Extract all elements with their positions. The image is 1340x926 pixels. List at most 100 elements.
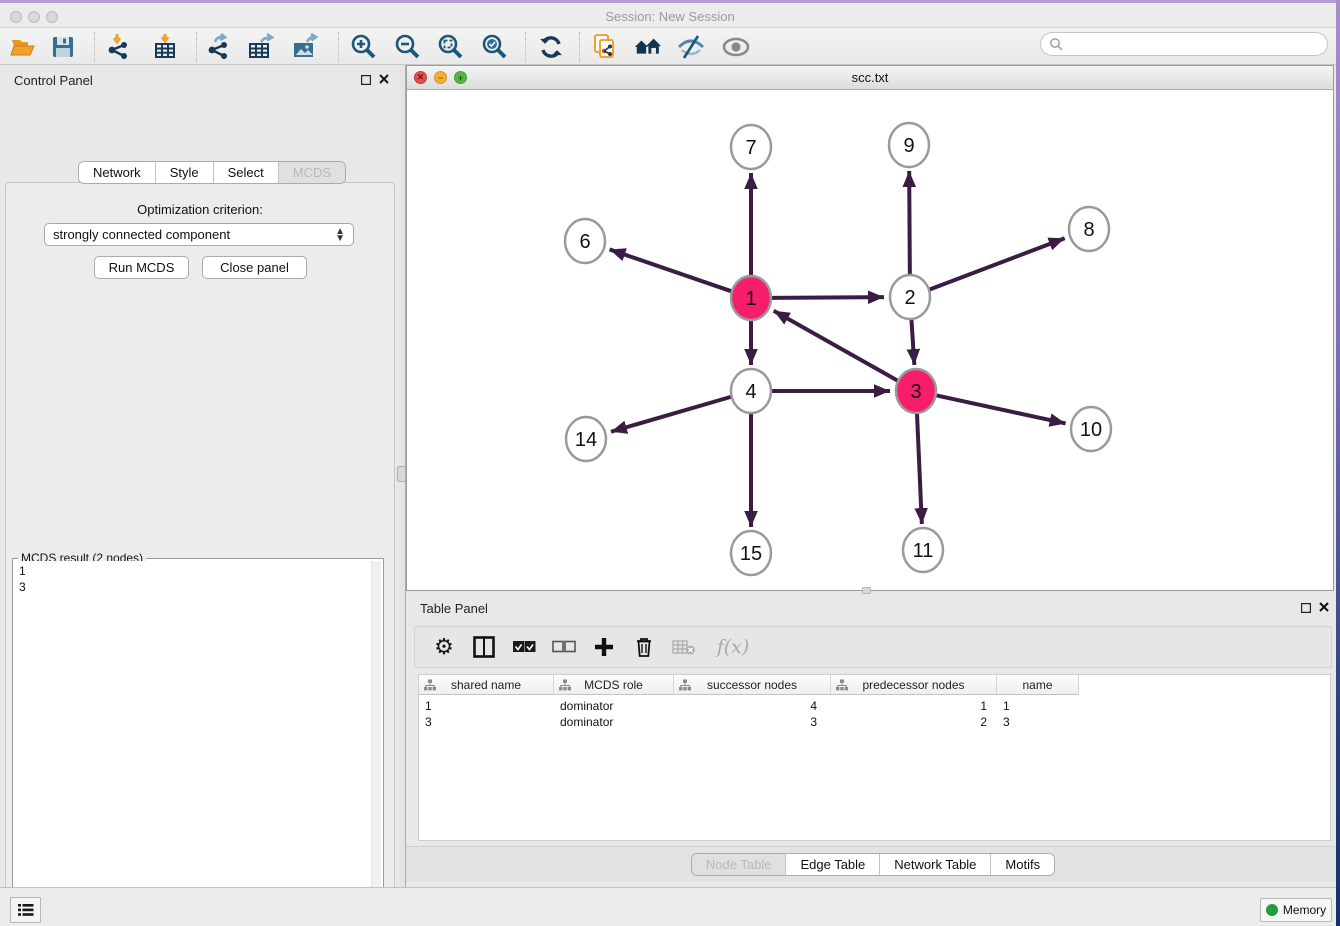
tab-style[interactable]: Style xyxy=(155,162,213,183)
search-input[interactable] xyxy=(1040,32,1328,56)
table-panel: Table Panel ⚙ f(x) shared nameMCDS roles… xyxy=(406,595,1340,887)
network-canvas[interactable]: 7 9 6 8 1 2 4 3 14 10 15 11 xyxy=(407,90,1333,590)
node-8[interactable]: 8 xyxy=(1069,207,1109,251)
add-column-icon[interactable] xyxy=(591,634,617,660)
memory-status-icon xyxy=(1266,904,1278,916)
gear-icon[interactable]: ⚙ xyxy=(431,634,457,660)
node-7[interactable]: 7 xyxy=(731,125,771,169)
zoom-selected-icon[interactable] xyxy=(479,32,509,62)
save-session-icon[interactable] xyxy=(48,32,78,62)
node-6[interactable]: 6 xyxy=(565,219,605,263)
mcds-result-text[interactable]: 1 3 xyxy=(15,561,371,926)
tab-network[interactable]: Network xyxy=(79,162,155,183)
optimization-criterion-select[interactable]: strongly connected component ▲▼ xyxy=(44,223,354,246)
toolbar-separator xyxy=(338,32,339,62)
node-15[interactable]: 15 xyxy=(731,531,771,575)
tab-network-table[interactable]: Network Table xyxy=(879,854,990,875)
svg-text:4: 4 xyxy=(745,381,756,403)
edge-4-14[interactable] xyxy=(611,397,731,432)
deselect-all-icon[interactable] xyxy=(551,634,577,660)
float-panel-icon[interactable] xyxy=(359,73,373,87)
duplicate-network-icon[interactable] xyxy=(590,32,620,62)
column-header-successor-nodes[interactable]: successor nodes xyxy=(674,675,831,695)
node-3[interactable]: 3 xyxy=(896,369,936,413)
memory-label: Memory xyxy=(1283,903,1326,917)
zoom-out-icon[interactable] xyxy=(392,32,422,62)
import-network-icon[interactable] xyxy=(104,32,134,62)
node-14[interactable]: 14 xyxy=(566,417,606,461)
cell-successor-nodes: 4 xyxy=(674,698,831,714)
show-panels-icon[interactable] xyxy=(721,32,751,62)
delete-table-icon[interactable] xyxy=(671,634,697,660)
hide-panels-icon[interactable] xyxy=(676,32,706,62)
tab-mcds[interactable]: MCDS xyxy=(278,162,345,183)
tab-select[interactable]: Select xyxy=(213,162,278,183)
node-2[interactable]: 2 xyxy=(890,275,930,319)
tab-motifs[interactable]: Motifs xyxy=(990,854,1054,875)
column-header-predecessor-nodes[interactable]: predecessor nodes xyxy=(831,675,997,695)
close-panel-icon[interactable] xyxy=(377,72,391,86)
run-mcds-button[interactable]: Run MCDS xyxy=(94,256,189,279)
table-row[interactable]: 1dominator411 xyxy=(419,698,1079,714)
edge-2-9[interactable] xyxy=(909,171,910,276)
toolbar-separator xyxy=(94,32,95,62)
column-view-icon[interactable] xyxy=(471,634,497,660)
chevron-up-down-icon: ▲▼ xyxy=(335,228,345,242)
close-panel-button[interactable]: Close panel xyxy=(202,256,307,279)
edge-3-10[interactable] xyxy=(937,395,1066,423)
desktop-edge-top xyxy=(0,0,1340,3)
delete-column-icon[interactable] xyxy=(631,634,657,660)
result-scrollbar[interactable] xyxy=(371,561,381,926)
network-window: ✕ − + scc.txt 7 9 6 8 1 2 4 3 14 10 15 11 xyxy=(406,65,1334,591)
network-window-title: scc.txt xyxy=(407,70,1333,85)
cell-successor-nodes: 3 xyxy=(674,714,831,730)
task-history-button[interactable] xyxy=(10,897,41,923)
column-header-name[interactable]: name xyxy=(997,675,1079,695)
cell-predecessor-nodes: 2 xyxy=(831,714,997,730)
edge-2-8[interactable] xyxy=(930,238,1065,289)
export-table-icon[interactable] xyxy=(247,32,277,62)
float-table-panel-icon[interactable] xyxy=(1299,601,1313,615)
edge-2-3[interactable] xyxy=(911,318,914,365)
import-table-icon[interactable] xyxy=(150,32,180,62)
edge-1-6[interactable] xyxy=(610,249,732,291)
svg-text:8: 8 xyxy=(1083,219,1094,241)
memory-button[interactable]: Memory xyxy=(1260,898,1332,922)
zoom-fit-icon[interactable] xyxy=(435,32,465,62)
cell-name: 1 xyxy=(997,698,1079,714)
column-header-shared-name[interactable]: shared name xyxy=(419,675,554,695)
apply-layout-icon[interactable] xyxy=(536,32,566,62)
open-file-icon[interactable] xyxy=(8,32,38,62)
node-11[interactable]: 11 xyxy=(903,528,943,572)
table-row[interactable]: 3dominator323 xyxy=(419,714,1079,730)
column-header-mcds-role[interactable]: MCDS role xyxy=(554,675,674,695)
edge-3-11[interactable] xyxy=(917,412,922,524)
app-titlebar: Session: New Session xyxy=(0,3,1340,28)
node-9[interactable]: 9 xyxy=(889,123,929,167)
horizontal-splitter-grip[interactable] xyxy=(862,587,871,594)
control-panel-tabs: NetworkStyleSelectMCDS xyxy=(78,161,346,184)
export-image-icon[interactable] xyxy=(291,32,321,62)
close-table-panel-icon[interactable] xyxy=(1317,600,1331,614)
svg-text:9: 9 xyxy=(903,135,914,157)
network-window-titlebar: ✕ − + scc.txt xyxy=(407,66,1333,90)
cell-mcds-role: dominator xyxy=(554,698,674,714)
edge-1-2[interactable] xyxy=(772,297,884,298)
export-network-icon[interactable] xyxy=(204,32,234,62)
desktop-edge-right xyxy=(1336,0,1340,926)
edge-3-1[interactable] xyxy=(774,311,898,381)
select-all-icon[interactable] xyxy=(511,634,537,660)
vertical-splitter-grip[interactable] xyxy=(397,466,406,482)
tab-edge-table[interactable]: Edge Table xyxy=(785,854,879,875)
tab-node-table[interactable]: Node Table xyxy=(692,854,786,875)
node-10[interactable]: 10 xyxy=(1071,407,1111,451)
function-builder-icon[interactable]: f(x) xyxy=(711,634,755,660)
node-4[interactable]: 4 xyxy=(731,369,771,413)
cell-shared-name: 3 xyxy=(419,714,554,730)
svg-text:15: 15 xyxy=(740,543,762,565)
zoom-in-icon[interactable] xyxy=(348,32,378,62)
cell-name: 3 xyxy=(997,714,1079,730)
toolbar-separator xyxy=(525,32,526,62)
node-1[interactable]: 1 xyxy=(731,276,771,320)
first-neighbors-icon[interactable] xyxy=(633,32,663,62)
